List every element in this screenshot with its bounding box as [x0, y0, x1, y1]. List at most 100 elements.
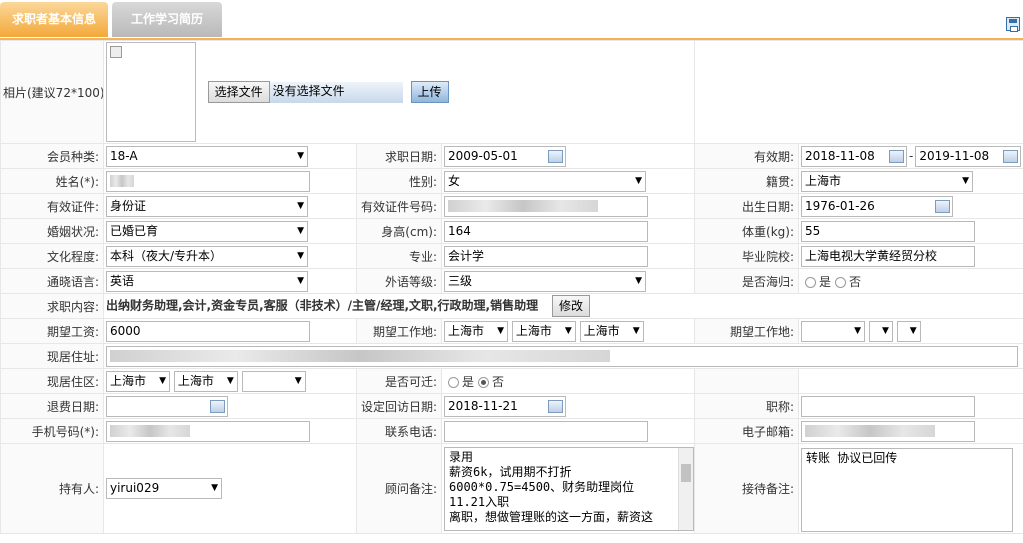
district-select-1[interactable]: 上海市 — [106, 370, 170, 392]
calendar-icon[interactable] — [548, 399, 563, 413]
callback-date-label: 设定回访日期: — [356, 393, 442, 419]
job-content-text: 出纳财务助理,会计,资金专员,客服（非技术）/主管/经理,文职,行政助理,销售助… — [106, 298, 539, 313]
id-type-select[interactable]: 身份证 — [106, 195, 308, 217]
save-icon[interactable] — [1006, 17, 1020, 32]
choose-file-button[interactable]: 选择文件 — [207, 81, 270, 103]
job-content-label: 求职内容: — [0, 293, 104, 319]
native-label: 籍贯: — [694, 168, 800, 194]
salary-label: 期望工资: — [0, 318, 104, 344]
work-place2-select-1[interactable] — [801, 320, 866, 342]
weight-input[interactable]: 55 — [801, 220, 976, 242]
mobile-label: 手机号码(*): — [0, 418, 104, 444]
broken-image-icon — [110, 46, 122, 58]
major-label: 专业: — [356, 243, 442, 269]
weight-label: 体重(kg): — [694, 218, 800, 244]
edit-button[interactable]: 修改 — [551, 295, 590, 317]
education-select[interactable]: 本科（夜大/专升本） — [106, 245, 308, 267]
calendar-icon[interactable] — [548, 149, 563, 163]
overseas-yes-radio[interactable] — [805, 276, 817, 288]
no-file-text: 没有选择文件 — [269, 81, 403, 103]
district-select-3[interactable] — [241, 370, 306, 392]
refund-date-label: 退费日期: — [0, 393, 104, 419]
id-number-label: 有效证件号码: — [356, 193, 442, 219]
photo-preview — [106, 42, 196, 142]
tab-bar: 求职者基本信息 工作学习简历 — [0, 0, 1023, 40]
upload-button[interactable]: 上传 — [410, 81, 449, 103]
work-place-select-3[interactable]: 上海市 — [579, 320, 644, 342]
school-input[interactable]: 上海电视大学黄经贸分校 — [801, 245, 976, 267]
work-place2-select-3[interactable] — [896, 320, 921, 342]
apply-date-input[interactable]: 2009-05-01 — [444, 145, 566, 167]
relocate-no-radio[interactable] — [478, 376, 490, 388]
refund-date-input[interactable] — [106, 395, 228, 417]
email-input[interactable] — [801, 420, 976, 442]
birth-input[interactable]: 1976-01-26 — [801, 195, 954, 217]
photo-cell: 选择文件 没有选择文件 上传 — [102, 40, 696, 144]
gender-label: 性别: — [356, 168, 442, 194]
id-type-label: 有效证件: — [0, 193, 104, 219]
empty-cell — [798, 368, 1023, 394]
salary-input[interactable]: 6000 — [106, 320, 310, 342]
empty-cell — [694, 368, 800, 394]
calendar-icon[interactable] — [935, 199, 951, 213]
work-place-label: 期望工作地: — [356, 318, 442, 344]
work-place2-select-2[interactable] — [868, 320, 893, 342]
photo-empty — [694, 40, 1023, 144]
calendar-icon[interactable] — [210, 399, 225, 413]
relocate-no-label: 否 — [492, 374, 505, 389]
name-input[interactable] — [106, 170, 310, 192]
work-place2-label: 期望工作地: — [694, 318, 800, 344]
lang-level-select[interactable]: 三级 — [444, 270, 646, 292]
phone-label: 联系电话: — [356, 418, 442, 444]
member-type-label: 会员种类: — [0, 143, 104, 169]
marital-label: 婚姻状况: — [0, 218, 104, 244]
validity-label: 有效期: — [694, 143, 800, 169]
work-place-select-1[interactable]: 上海市 — [444, 320, 508, 342]
language-label: 通晓语言: — [0, 268, 104, 294]
school-label: 毕业院校: — [694, 243, 800, 269]
scrollbar[interactable] — [678, 447, 693, 530]
relocate-yes-label: 是 — [462, 374, 475, 389]
native-select[interactable]: 上海市 — [801, 170, 974, 192]
birth-label: 出生日期: — [694, 193, 800, 219]
name-label: 姓名(*): — [0, 168, 104, 194]
relocate-yes-radio[interactable] — [448, 376, 459, 388]
id-number-input[interactable] — [444, 195, 648, 217]
district-label: 现居住区: — [0, 368, 104, 394]
callback-date-input[interactable]: 2018-11-21 — [444, 395, 566, 417]
overseas-no-label: 否 — [849, 274, 862, 289]
reception-note-textarea[interactable]: 转账 协议已回传 — [801, 447, 1014, 532]
major-input[interactable]: 会计学 — [444, 245, 648, 267]
work-place-select-2[interactable]: 上海市 — [511, 320, 576, 342]
calendar-icon[interactable] — [1003, 149, 1019, 163]
education-label: 文化程度: — [0, 243, 104, 269]
consultant-note-label: 顾问备注: — [356, 443, 442, 534]
overseas-label: 是否海归: — [694, 268, 800, 294]
mobile-input[interactable] — [106, 420, 310, 442]
gender-select[interactable]: 女 — [444, 170, 646, 192]
lang-level-label: 外语等级: — [356, 268, 442, 294]
consultant-note-textarea[interactable]: 录用 薪资6k，试用期不打折 6000*0.75=4500、财务助理岗位 11.… — [444, 446, 694, 531]
title-input[interactable] — [801, 395, 976, 417]
overseas-no-radio[interactable] — [835, 276, 847, 288]
applicant-form: 相片(建议72*100): 选择文件没有选择文件 上传 会员种类: 18-A 求… — [0, 40, 1023, 534]
member-type-select[interactable]: 18-A — [106, 145, 308, 167]
owner-select[interactable]: yirui029 — [106, 478, 222, 499]
marital-select[interactable]: 已婚已育 — [106, 220, 308, 242]
owner-label: 持有人: — [0, 443, 104, 534]
reception-note-label: 接待备注: — [694, 443, 800, 534]
email-label: 电子邮箱: — [694, 418, 800, 444]
validity-to-input[interactable]: 2019-11-08 — [915, 145, 1022, 167]
overseas-yes-label: 是 — [819, 274, 832, 289]
phone-input[interactable] — [444, 420, 648, 442]
title-label: 职称: — [694, 393, 800, 419]
address-label: 现居住址: — [0, 343, 104, 369]
language-select[interactable]: 英语 — [106, 270, 308, 292]
district-select-2[interactable]: 上海市 — [173, 370, 238, 392]
validity-from-input[interactable]: 2018-11-08 — [801, 145, 908, 167]
height-input[interactable]: 164 — [444, 220, 648, 242]
address-input[interactable] — [106, 345, 1018, 367]
calendar-icon[interactable] — [889, 149, 905, 163]
tab-basic-info[interactable]: 求职者基本信息 — [0, 2, 108, 37]
tab-work-history[interactable]: 工作学习简历 — [112, 2, 222, 37]
